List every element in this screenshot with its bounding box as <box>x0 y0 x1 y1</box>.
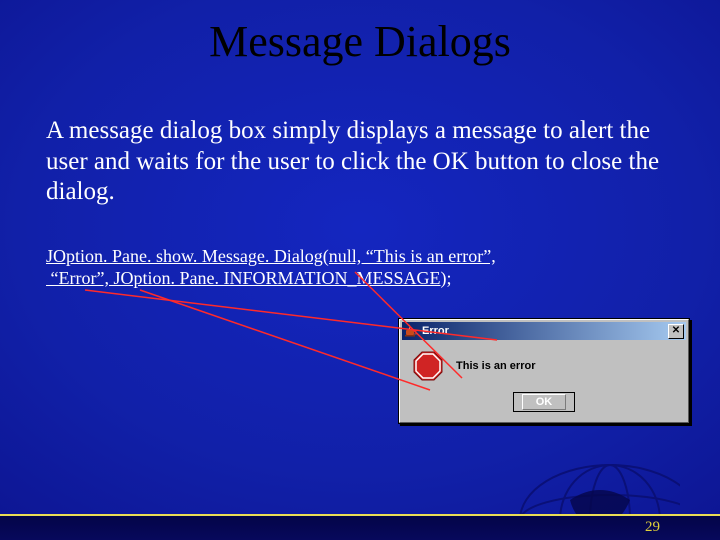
page-number: 29 <box>645 519 660 536</box>
slide: Message Dialogs A message dialog box sim… <box>0 0 720 540</box>
close-button[interactable]: ✕ <box>668 324 684 339</box>
code-line-2: “Error”, JOption. Pane. INFORMATION_MESS… <box>46 268 451 288</box>
close-icon: ✕ <box>672 326 680 336</box>
stop-sign-icon <box>412 350 444 382</box>
ok-button-label: OK <box>522 394 566 410</box>
dialog-message: This is an error <box>456 360 535 372</box>
code-line-1: JOption. Pane. show. Message. Dialog(nul… <box>46 246 496 266</box>
slide-body-text: A message dialog box simply displays a m… <box>46 116 674 208</box>
footer-bar <box>0 516 720 540</box>
slide-title: Message Dialogs <box>0 16 720 67</box>
dialog-titlebar[interactable]: Error ✕ <box>402 322 686 340</box>
ok-button[interactable]: OK <box>513 392 575 412</box>
code-snippet: JOption. Pane. show. Message. Dialog(nul… <box>46 246 674 290</box>
java-cup-icon <box>404 324 418 338</box>
message-dialog: Error ✕ This is an error OK <box>398 318 690 424</box>
dialog-title: Error <box>422 325 668 337</box>
